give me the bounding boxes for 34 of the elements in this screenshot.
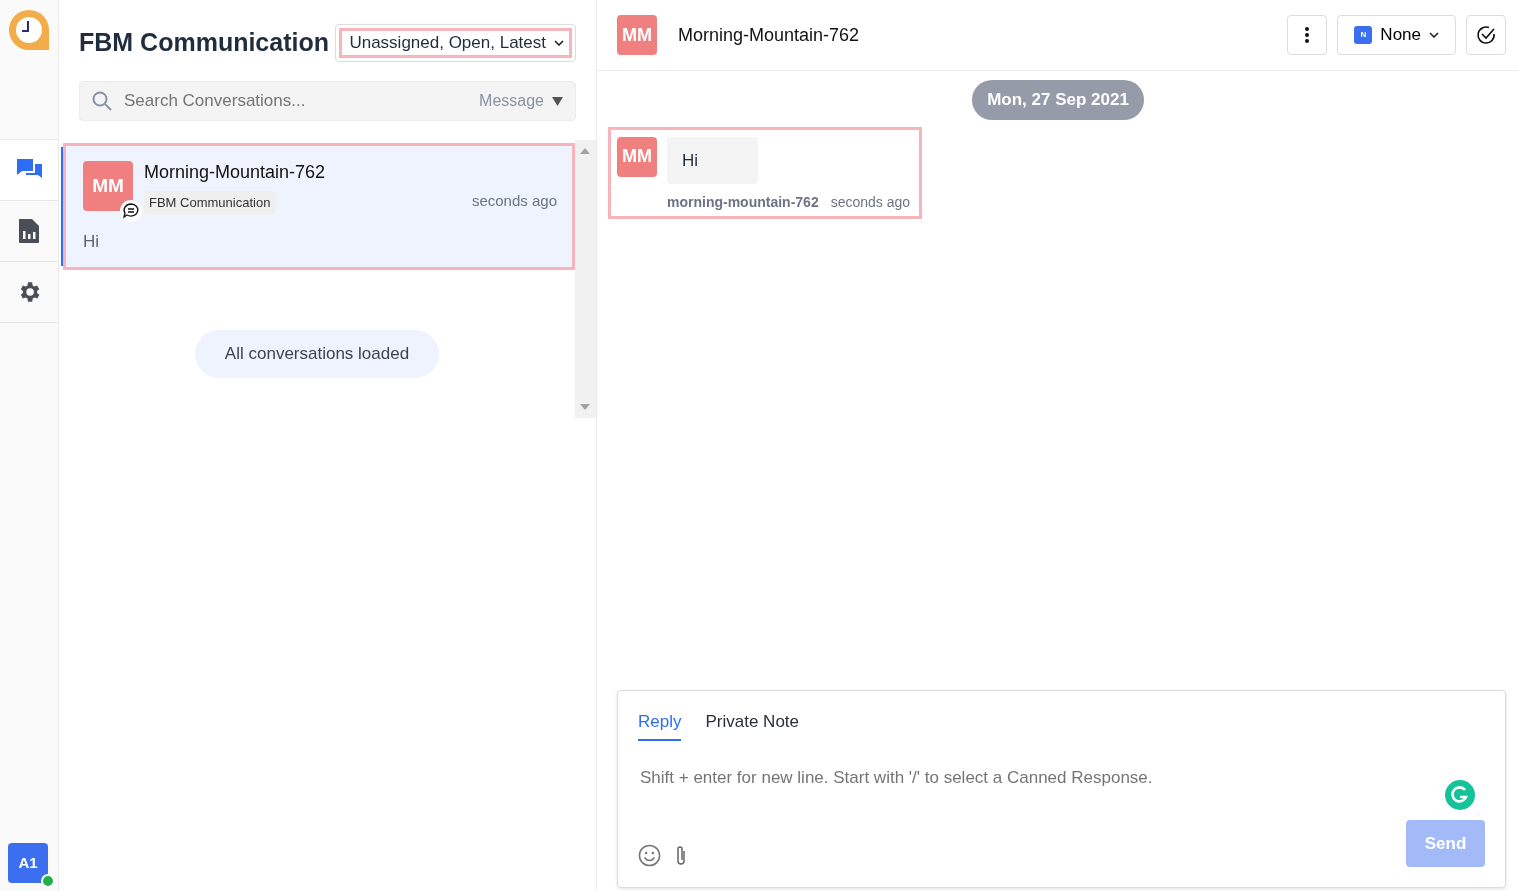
inbox-tag: FBM Communication [144, 191, 276, 215]
paperclip-icon[interactable] [675, 845, 687, 867]
conversation-item[interactable]: MM Morning-Mountain-762 FBM Communication seconds ago Hi [63, 143, 575, 270]
message-text: Hi [667, 136, 759, 184]
agent-badge: N [1354, 26, 1373, 44]
search-icon [92, 91, 112, 111]
chevron-down-icon [554, 40, 564, 46]
contact-avatar: MM [617, 15, 657, 55]
composer-tab[interactable]: Private Note [705, 709, 799, 741]
chat-bubble-icon [120, 199, 142, 222]
check-circle-icon [1476, 25, 1496, 45]
agent-dropdown[interactable]: N None [1337, 15, 1456, 55]
nav-conversations-button[interactable] [0, 140, 58, 201]
message-preview: Hi [83, 230, 101, 253]
list-title: FBM Communication [79, 27, 329, 59]
user-avatar[interactable]: A1 [8, 843, 48, 883]
contact-avatar: MM [617, 136, 657, 177]
date-chip: Mon, 27 Sep 2021 [972, 80, 1144, 120]
emoji-icon[interactable] [638, 844, 661, 867]
triangle-down-icon [552, 96, 563, 106]
conversations-loaded-label: All conversations loaded [194, 330, 440, 378]
more-options-button[interactable] [1287, 15, 1328, 55]
report-icon [17, 218, 41, 244]
kebab-menu-icon [1305, 27, 1310, 43]
composer-tab[interactable]: Reply [638, 709, 682, 741]
message-time: seconds ago [830, 193, 911, 212]
contact-name: Morning-Mountain-762 [678, 23, 861, 47]
resolve-button[interactable] [1466, 15, 1506, 55]
contact-name: Morning-Mountain-762 [144, 161, 327, 184]
sender-name: morning-mountain-762 [667, 193, 819, 212]
filter-dropdown[interactable]: Unassigned, Open, Latest [335, 24, 576, 62]
chevron-down-icon [1429, 32, 1439, 38]
contact-avatar: MM [83, 161, 133, 211]
conversation-time: seconds ago [471, 191, 557, 211]
